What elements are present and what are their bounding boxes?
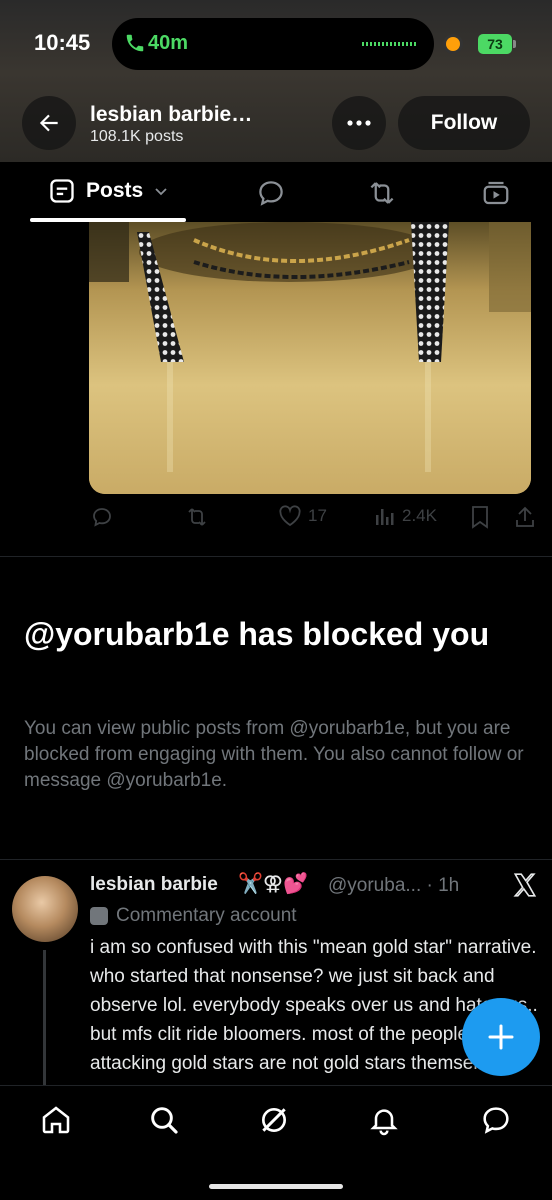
view-count: 2.4K <box>402 506 437 525</box>
post-divider <box>0 556 552 557</box>
chevron-down-icon <box>155 188 167 196</box>
more-options-button[interactable] <box>332 96 386 150</box>
back-button[interactable] <box>22 96 76 150</box>
thread-line <box>43 950 46 1090</box>
blocked-title: @yorubarb1e has blocked you <box>24 616 490 652</box>
tweet-author-name[interactable]: lesbian barbie <box>90 874 218 896</box>
grok-icon[interactable] <box>258 1104 290 1136</box>
plus-icon <box>488 1024 514 1050</box>
reply-icon <box>93 508 111 527</box>
blocked-description: You can view public posts from @yorubarb… <box>24 718 524 791</box>
share-button[interactable] <box>514 505 536 529</box>
replies-tab-icon[interactable] <box>256 178 286 208</box>
home-icon[interactable] <box>40 1104 72 1136</box>
battery-level: 73 <box>478 34 512 54</box>
follow-button[interactable]: Follow <box>398 96 530 150</box>
heart-icon <box>279 505 301 527</box>
commentary-label-text: Commentary account <box>116 905 297 926</box>
search-icon[interactable] <box>148 1104 180 1136</box>
share-icon <box>516 506 534 527</box>
home-indicator[interactable] <box>209 1184 343 1189</box>
views-button[interactable]: 2.4K <box>374 505 437 527</box>
battery-tip <box>513 40 516 48</box>
recording-indicator-icon <box>446 37 460 51</box>
posts-icon <box>50 179 74 203</box>
post-media-image[interactable] <box>89 222 531 494</box>
like-button[interactable]: 17 <box>278 505 327 527</box>
messages-icon[interactable] <box>480 1104 512 1136</box>
analytics-icon <box>376 509 394 525</box>
reposts-tab-icon[interactable] <box>366 178 398 208</box>
repost-icon <box>188 508 206 526</box>
tab-posts-label: Posts <box>86 179 144 202</box>
tweet-author-emojis: ✂️⚢💕 <box>238 873 308 895</box>
compose-button[interactable] <box>462 998 540 1076</box>
commentary-label: Commentary account <box>90 905 297 927</box>
ellipsis-icon <box>347 120 371 126</box>
profile-name: lesbian barbie… <box>90 103 253 126</box>
status-time: 10:45 <box>34 30 91 55</box>
tweet-handle-time: @yoruba... · 1h <box>328 875 460 896</box>
avatar[interactable] <box>12 876 78 942</box>
media-tab-icon[interactable] <box>480 178 512 208</box>
repost-button[interactable] <box>184 505 210 529</box>
bottom-navigation <box>0 1085 552 1200</box>
bookmark-icon <box>472 506 488 529</box>
audio-waveform-icon <box>362 42 418 46</box>
post-count: 108.1K posts <box>90 128 184 145</box>
arrow-left-icon <box>39 114 58 132</box>
notifications-icon[interactable] <box>368 1104 400 1136</box>
bookmark-button[interactable] <box>470 505 490 529</box>
section-divider <box>0 859 552 860</box>
x-logo-icon[interactable] <box>512 872 538 898</box>
shoes-photo <box>89 222 531 494</box>
reply-button[interactable] <box>90 505 114 529</box>
theater-mask-icon <box>90 907 108 925</box>
tab-posts[interactable]: Posts <box>48 177 169 205</box>
like-count: 17 <box>308 506 327 525</box>
phone-icon <box>126 34 144 52</box>
call-duration: 40m <box>148 32 189 54</box>
